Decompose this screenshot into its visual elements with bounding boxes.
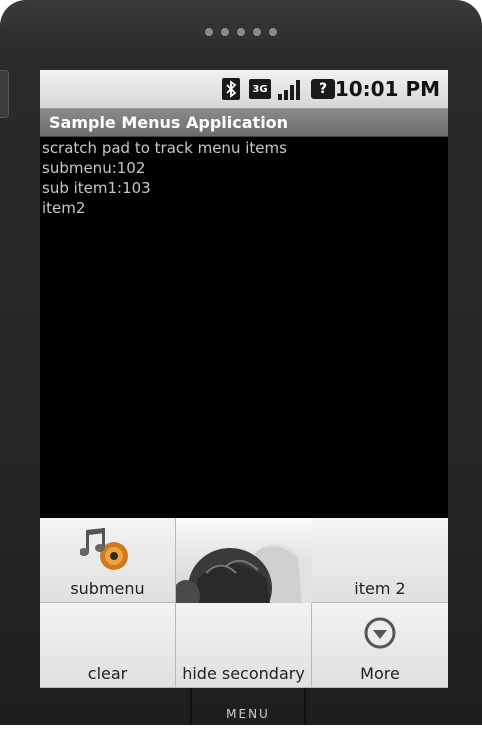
signal-strength-icon — [276, 78, 302, 100]
hardware-menu-button[interactable]: MENU — [190, 688, 306, 725]
status-clock: 10:01 PM — [334, 77, 440, 101]
app-title-bar: Sample Menus Application — [40, 109, 448, 137]
menu-item-submenu[interactable]: submenu — [40, 518, 176, 603]
phone-frame: 3G ? 10:01 PM Sample Menus Application s… — [0, 0, 482, 725]
question-mark-icon: ? — [310, 78, 336, 100]
scratch-line: scratch pad to track menu items — [42, 139, 287, 157]
more-chevron-icon — [364, 617, 396, 649]
scratch-line: sub item1:103 — [42, 179, 151, 197]
status-bar: 3G ? 10:01 PM — [40, 70, 448, 109]
menu-item-label: submenu — [70, 579, 145, 598]
menu-item-label: item 2 — [354, 579, 406, 598]
scratch-line: item2 — [42, 199, 86, 217]
menu-item-hide-secondary[interactable]: hide secondary — [176, 603, 312, 688]
options-menu: submenu item 2 clear hide secondary More — [40, 518, 448, 688]
network-type-label: 3G — [249, 79, 271, 99]
menu-item-label: More — [360, 664, 400, 683]
menu-item-item2[interactable]: item 2 — [312, 518, 448, 603]
scratch-pad: scratch pad to track menu items submenu:… — [42, 138, 442, 218]
menu-item-label: clear — [87, 664, 128, 683]
speaker-grille — [205, 26, 277, 38]
bluetooth-icon — [222, 78, 240, 100]
device-screen: 3G ? 10:01 PM Sample Menus Application s… — [40, 70, 448, 688]
menu-item-label: hide secondary — [182, 664, 305, 683]
side-volume-button[interactable] — [0, 70, 9, 118]
menu-item-clear[interactable]: clear — [40, 603, 176, 688]
network-3g-icon: 3G — [248, 78, 272, 100]
music-icon — [80, 528, 128, 570]
menu-item-image[interactable] — [176, 518, 312, 603]
hot-air-balloon-image — [176, 518, 312, 603]
scratch-line: submenu:102 — [42, 159, 146, 177]
menu-item-more[interactable]: More — [312, 603, 448, 688]
